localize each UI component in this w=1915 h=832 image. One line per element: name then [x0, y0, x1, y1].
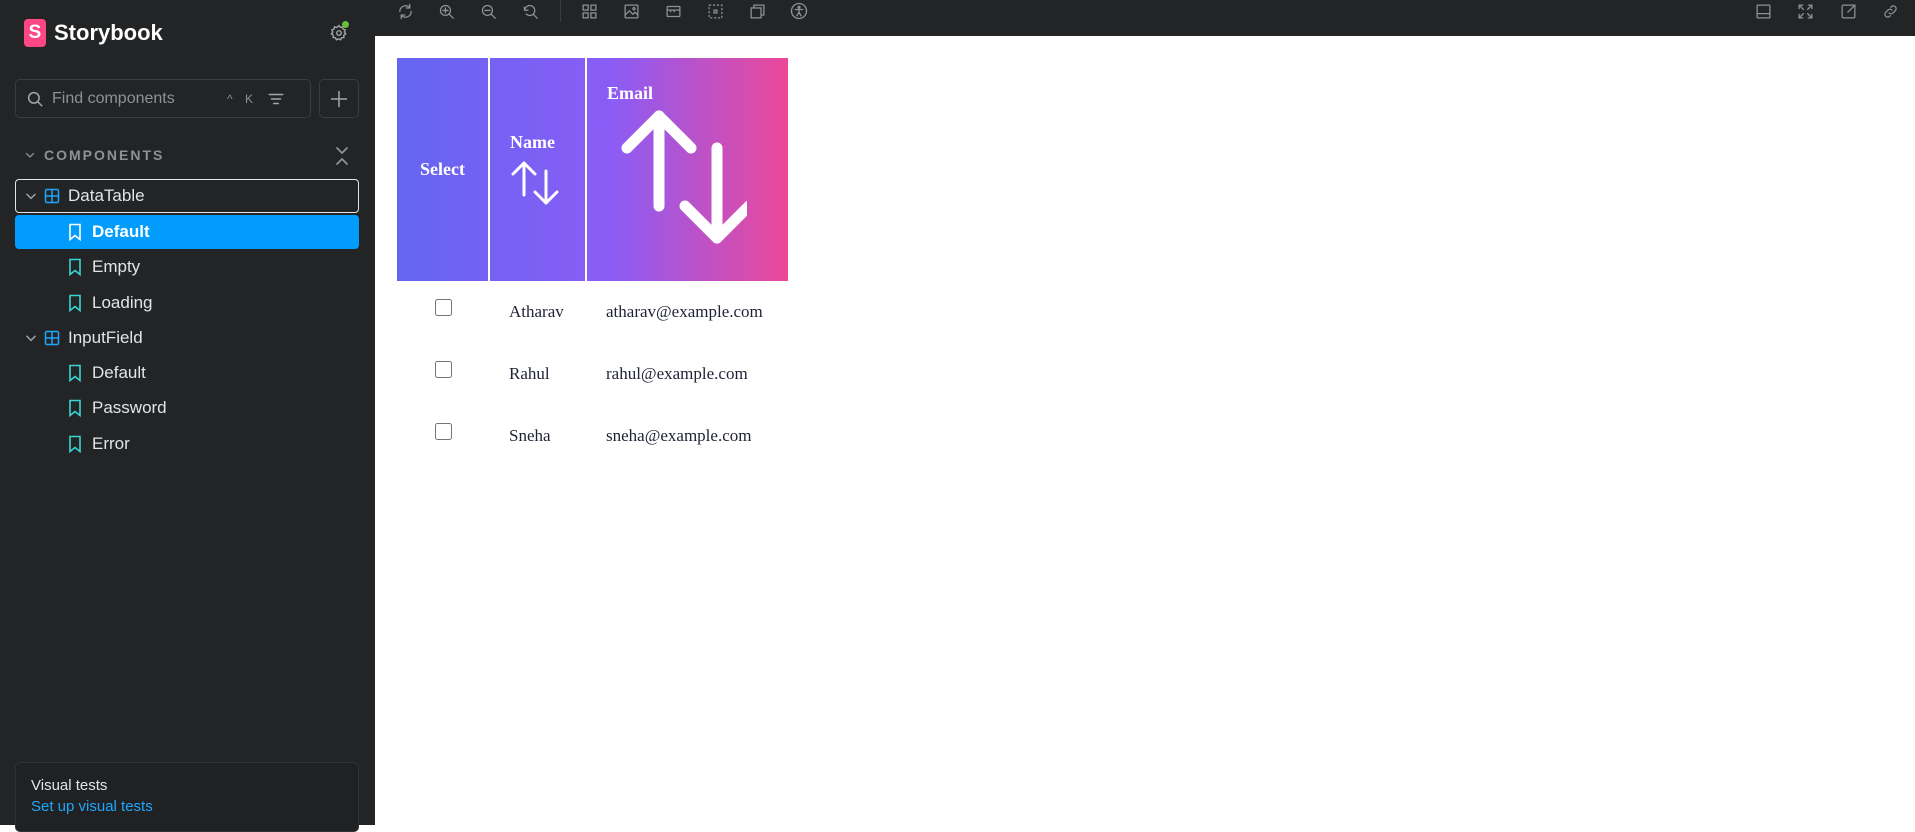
add-button[interactable]: [319, 79, 359, 118]
tree-story-datatable-empty[interactable]: Empty: [15, 250, 359, 284]
filter-icon[interactable]: [267, 90, 285, 108]
tree-story-datatable-default[interactable]: Default: [15, 215, 359, 249]
column-header-name[interactable]: Name: [489, 58, 587, 281]
toolbar-divider: [560, 0, 561, 22]
row-checkbox[interactable]: [434, 299, 452, 316]
story-label: Empty: [92, 257, 141, 276]
open-new-tab-icon[interactable]: [1835, 0, 1861, 22]
bookmark-icon: [69, 364, 81, 382]
zoom-in-icon[interactable]: [433, 0, 459, 22]
column-header-select: Select: [397, 58, 490, 281]
component-icon: [44, 188, 60, 204]
bookmark-icon: [69, 294, 81, 312]
name-cell: Atharav: [509, 302, 564, 321]
row-checkbox[interactable]: [434, 361, 452, 378]
name-cell: Sneha: [509, 426, 551, 445]
email-cell: sneha@example.com: [606, 426, 752, 445]
column-header-label: Email: [607, 83, 654, 103]
search-input[interactable]: [52, 89, 227, 108]
story-label: Loading: [92, 293, 153, 312]
components-section-header[interactable]: COMPONENTS: [24, 146, 354, 165]
tree-story-inputfield-password[interactable]: Password: [15, 391, 359, 425]
sort-icon[interactable]: [510, 159, 560, 207]
measure-icon[interactable]: [744, 0, 770, 22]
status-dot: [342, 21, 349, 28]
bottom-panel-icon[interactable]: [1750, 0, 1776, 22]
toolbar: [375, 0, 1915, 36]
accessibility-icon[interactable]: [786, 0, 812, 22]
keyboard-shortcut: ^ K: [227, 92, 253, 106]
story-label: Default: [92, 222, 150, 241]
table-row: Rahul rahul@example.com: [397, 343, 788, 405]
tree-story-datatable-loading[interactable]: Loading: [15, 286, 359, 320]
shortcut-key: K: [244, 91, 253, 106]
column-header-label: Select: [420, 159, 465, 179]
collapse-all-icon[interactable]: [334, 144, 350, 168]
story-label: Default: [92, 363, 146, 382]
visual-tests-panel: Visual tests Set up visual tests: [15, 762, 359, 832]
search-icon: [26, 90, 44, 108]
grid-icon[interactable]: [576, 0, 602, 22]
name-cell: Rahul: [509, 364, 550, 383]
table-row: Sneha sneha@example.com: [397, 405, 788, 467]
search-box[interactable]: ^ K: [15, 79, 311, 118]
table-header-row: Select Name Email: [397, 58, 788, 281]
sort-icon[interactable]: [607, 106, 747, 246]
select-cell: [397, 405, 489, 467]
bookmark-icon: [69, 223, 81, 241]
zoom-out-icon[interactable]: [475, 0, 501, 22]
tree-story-inputfield-default[interactable]: Default: [15, 356, 359, 390]
brand[interactable]: S Storybook: [24, 18, 163, 48]
email-cell: atharav@example.com: [606, 302, 763, 321]
chevron-down-icon: [26, 335, 36, 342]
visual-tests-title: Visual tests: [31, 777, 108, 794]
row-checkbox[interactable]: [434, 423, 452, 440]
setup-visual-tests-link[interactable]: Set up visual tests: [31, 798, 358, 815]
outline-icon[interactable]: [702, 0, 728, 22]
tree-component-datatable[interactable]: DataTable: [15, 179, 359, 213]
data-table: Select Name Email Atharav atharav@exampl…: [397, 58, 788, 467]
settings-button[interactable]: [326, 20, 352, 46]
component-label: InputField: [68, 328, 143, 347]
tree-component-inputfield[interactable]: InputField: [15, 321, 359, 355]
brand-name: Storybook: [54, 20, 163, 45]
chevron-down-icon: [25, 152, 35, 158]
story-label: Error: [92, 434, 130, 453]
story-preview: Select Name Email Atharav atharav@exampl…: [375, 36, 1915, 825]
viewport-icon[interactable]: [660, 0, 686, 22]
copy-link-icon[interactable]: [1877, 0, 1903, 22]
column-header-label: Name: [510, 132, 555, 152]
select-cell: [397, 281, 489, 343]
bookmark-icon: [69, 399, 81, 417]
storybook-logo-icon: S: [24, 19, 46, 47]
fullscreen-icon[interactable]: [1792, 0, 1818, 22]
column-header-email[interactable]: Email: [586, 58, 788, 281]
table-row: Atharav atharav@example.com: [397, 281, 788, 343]
reload-icon[interactable]: [392, 0, 418, 22]
background-image-icon[interactable]: [618, 0, 644, 22]
zoom-reset-icon[interactable]: [517, 0, 543, 22]
bookmark-icon: [69, 435, 81, 453]
email-cell: rahul@example.com: [606, 364, 748, 383]
tree-story-inputfield-error[interactable]: Error: [15, 427, 359, 461]
chevron-down-icon: [26, 193, 36, 200]
sidebar: S Storybook ^ K COMP: [0, 0, 375, 832]
component-label: DataTable: [68, 186, 145, 205]
component-icon: [44, 330, 60, 346]
plus-icon: [330, 90, 348, 107]
story-label: Password: [92, 398, 167, 417]
shortcut-modifier: ^: [227, 91, 233, 106]
bookmark-icon: [69, 258, 81, 276]
select-cell: [397, 343, 489, 405]
section-label: COMPONENTS: [44, 147, 165, 163]
